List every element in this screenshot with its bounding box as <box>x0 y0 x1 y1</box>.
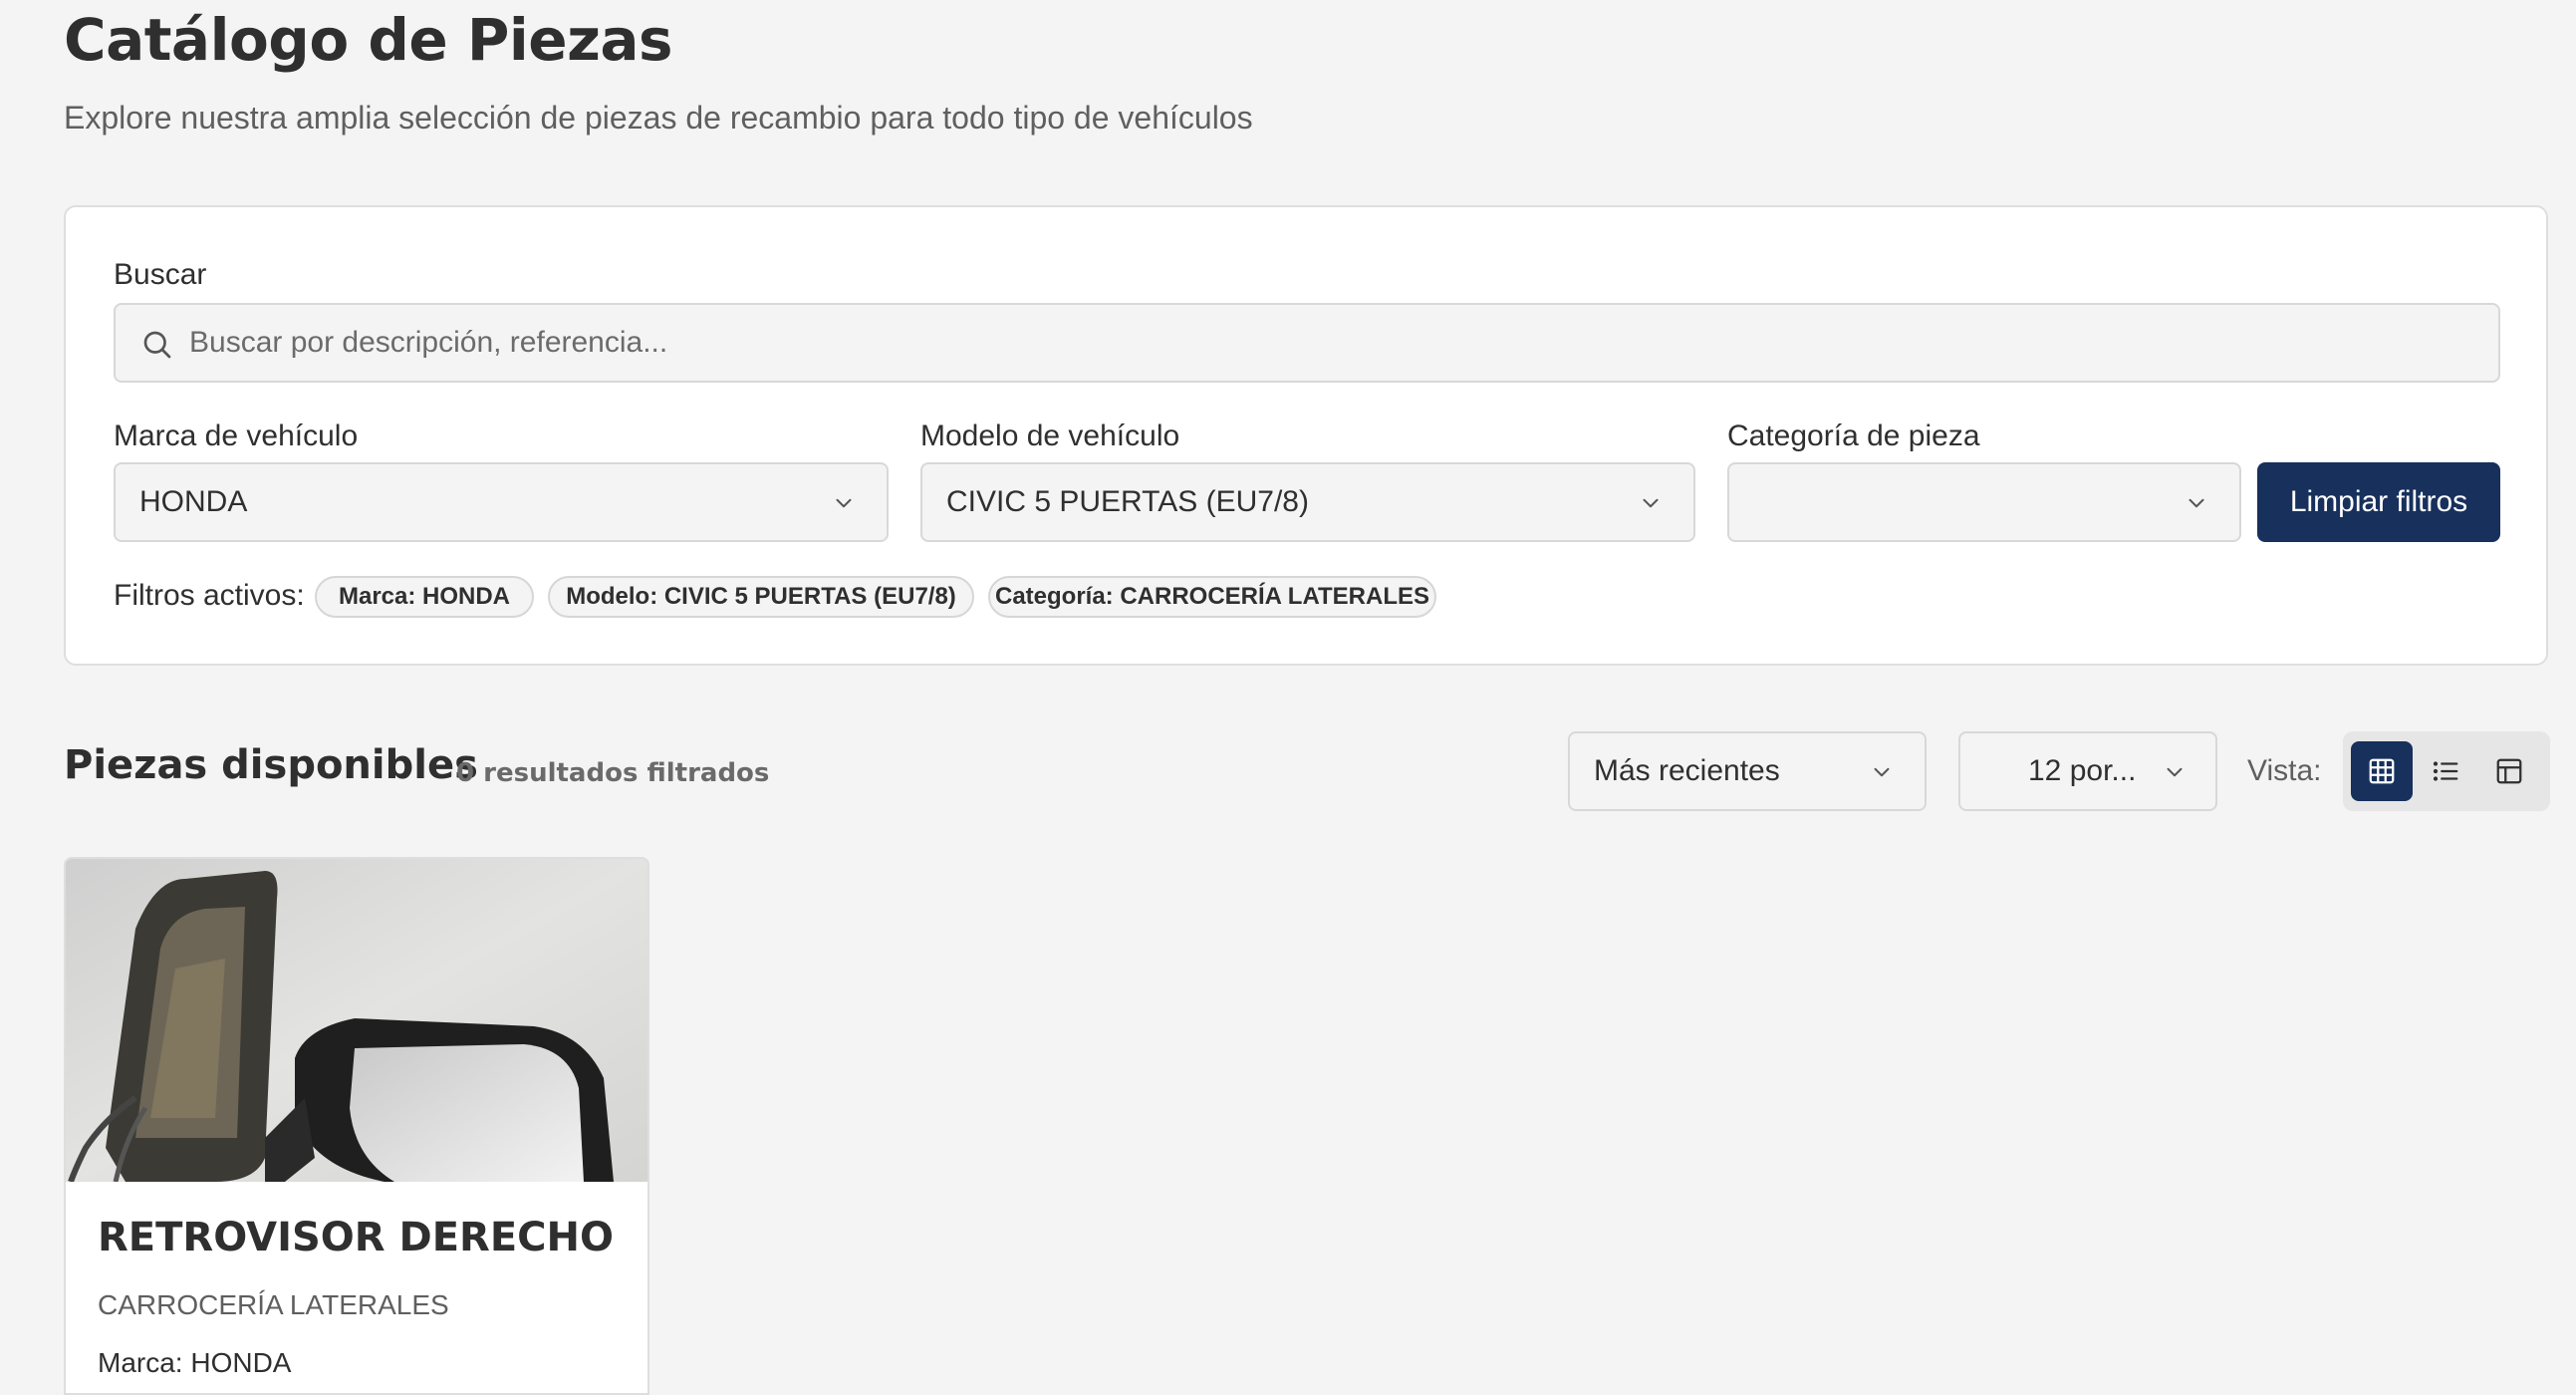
product-category: CARROCERÍA LATERALES <box>98 1289 449 1320</box>
sort-select-value: Más recientes <box>1594 754 1780 787</box>
product-name: RETROVISOR DERECHO <box>98 1215 615 1260</box>
filter-chip-brand[interactable]: Marca: HONDA <box>315 576 534 618</box>
page-title: Catálogo de Piezas <box>64 6 673 74</box>
chevron-down-icon <box>1643 498 1659 508</box>
search-label: Buscar <box>114 258 207 291</box>
filter-chip-model[interactable]: Modelo: CIVIC 5 PUERTAS (EU7/8) <box>548 576 974 618</box>
view-toggle <box>2343 731 2550 811</box>
product-image <box>66 859 647 1182</box>
search-icon <box>143 331 171 359</box>
page-subtitle: Explore nuestra amplia selección de piez… <box>64 100 1253 136</box>
results-count: 0 resultados filtrados <box>456 758 770 788</box>
chevron-down-icon <box>836 498 852 508</box>
category-label: Categoría de pieza <box>1727 419 1980 452</box>
filter-chip-category[interactable]: Categoría: CARROCERÍA LATERALES <box>988 576 1436 618</box>
per-page-select[interactable]: 12 por... <box>1958 731 2217 811</box>
chevron-down-icon <box>1874 767 1890 777</box>
category-select[interactable] <box>1727 462 2241 542</box>
product-brand: Marca: HONDA <box>98 1347 292 1378</box>
brand-label: Marca de vehículo <box>114 419 359 452</box>
chevron-down-icon <box>2189 498 2204 508</box>
model-label: Modelo de vehículo <box>920 419 1180 452</box>
active-filters-label: Filtros activos: <box>114 579 305 612</box>
model-select[interactable]: CIVIC 5 PUERTAS (EU7/8) <box>920 462 1695 542</box>
model-select-value: CIVIC 5 PUERTAS (EU7/8) <box>946 485 1309 518</box>
view-grid-button[interactable] <box>2351 741 2413 801</box>
chevron-down-icon <box>2167 767 2183 777</box>
view-label: Vista: <box>2247 754 2322 787</box>
table-icon <box>2496 758 2522 784</box>
brand-select[interactable]: HONDA <box>114 462 889 542</box>
filter-panel: Buscar Marca de vehículo HONDA Modelo de… <box>64 205 2548 666</box>
view-list-button[interactable] <box>2415 741 2476 801</box>
results-title: Piezas disponibles <box>64 742 478 788</box>
product-card[interactable]: RETROVISOR DERECHO CARROCERÍA LATERALES … <box>64 857 649 1395</box>
brand-select-value: HONDA <box>139 485 248 518</box>
list-icon <box>2433 761 2458 781</box>
per-page-select-value: 12 por... <box>2028 754 2137 787</box>
grid-icon <box>2369 758 2395 784</box>
sort-select[interactable]: Más recientes <box>1568 731 1927 811</box>
search-input[interactable] <box>187 305 2470 381</box>
clear-filters-button[interactable]: Limpiar filtros <box>2257 462 2500 542</box>
search-field[interactable] <box>114 303 2500 383</box>
view-table-button[interactable] <box>2478 741 2540 801</box>
